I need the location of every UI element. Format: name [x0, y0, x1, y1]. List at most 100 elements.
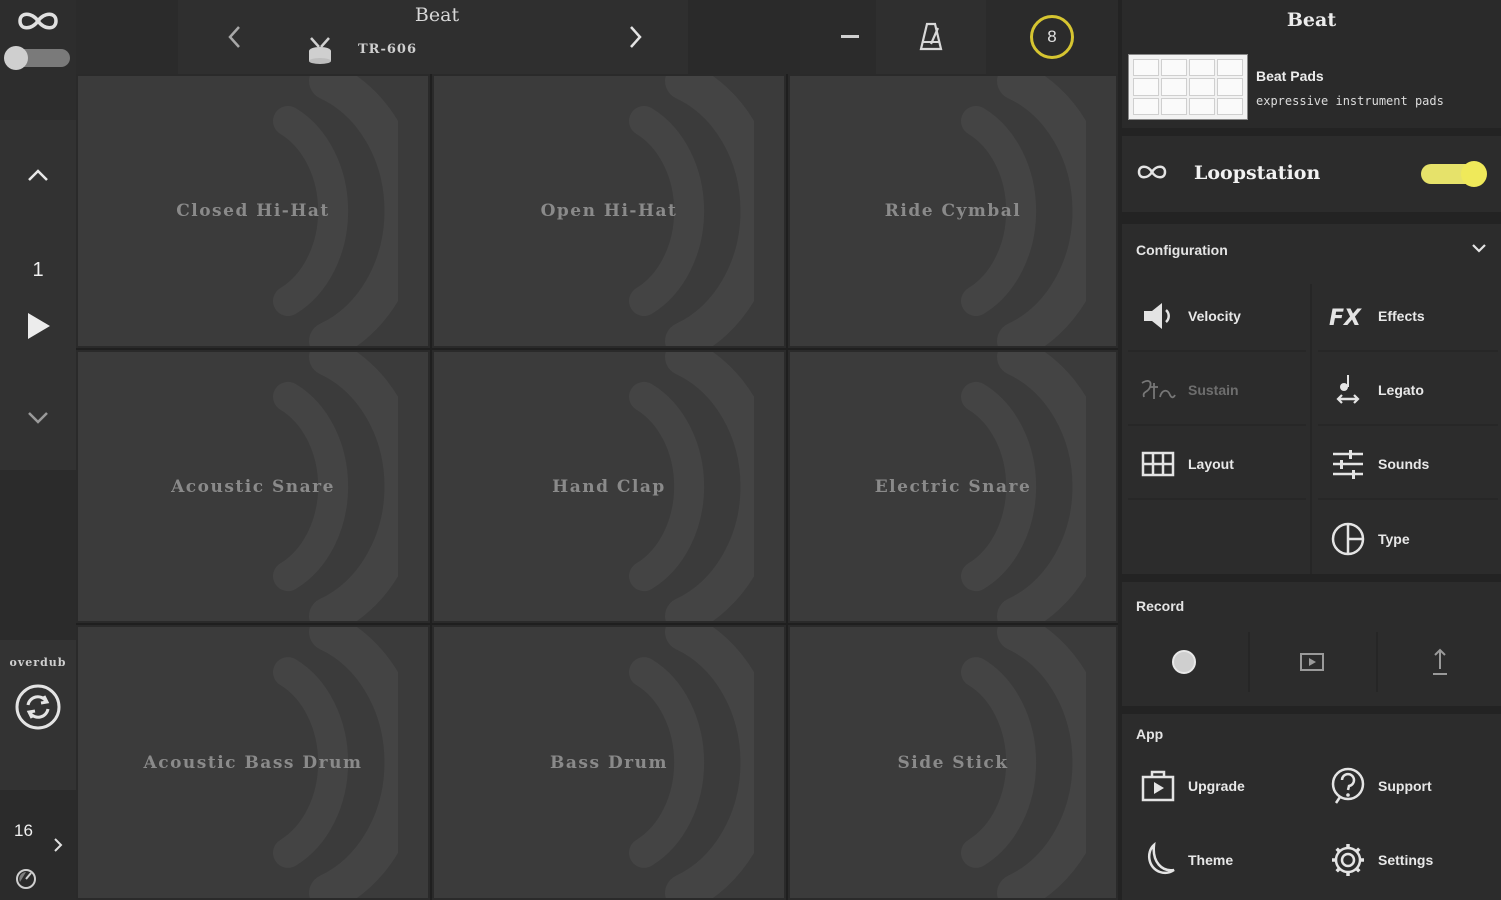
top-bar: Beat TR-606 8: [76, 0, 1118, 74]
layout-name: Beat Pads: [1256, 68, 1324, 84]
pad-label: Ride Cymbal: [884, 201, 1022, 221]
pad-label: Electric Snare: [874, 476, 1032, 497]
pie-icon: [1318, 521, 1378, 557]
help-icon: [1318, 767, 1378, 805]
app-theme-label: Theme: [1188, 852, 1234, 868]
left-rail: 1 overdub 16: [0, 0, 76, 900]
config-layout-label: Layout: [1188, 456, 1234, 472]
chevron-right-icon: [630, 26, 642, 48]
config-effects[interactable]: FX Effects: [1318, 282, 1498, 352]
chevron-left-icon: [228, 26, 240, 48]
config-legato[interactable]: Legato: [1318, 356, 1498, 426]
record-title: Record: [1136, 598, 1185, 614]
loopstation-infinity-icon: [1137, 165, 1167, 179]
drum-pad[interactable]: Electric Snare: [788, 350, 1118, 623]
bar-count: 16: [14, 821, 33, 840]
top-bar-spacer: [76, 0, 178, 74]
loopstation-toggle[interactable]: [1421, 161, 1487, 187]
upgrade-icon: [1128, 770, 1188, 802]
overdub-button[interactable]: [0, 682, 76, 732]
track-down-button[interactable]: [0, 402, 76, 432]
drum-pad[interactable]: Side Stick: [788, 625, 1118, 900]
config-column-divider: [1310, 284, 1312, 574]
gear-icon: [1318, 842, 1378, 878]
grid-icon: [1128, 451, 1188, 477]
export-button[interactable]: [1378, 626, 1501, 698]
track-up-button[interactable]: [0, 160, 76, 190]
rail-low-segment: [0, 470, 76, 640]
metronome-icon: [919, 22, 943, 51]
pad-grid: Closed Hi-Hat Open Hi-Hat Ride Cymbal Acous…: [76, 74, 1118, 900]
config-legato-label: Legato: [1378, 382, 1424, 398]
loopstation-label: Loopstation: [1194, 162, 1321, 184]
loop-mini-toggle[interactable]: [0, 44, 76, 72]
mini-switch-track: [4, 46, 70, 70]
configuration-section: Configuration Velocity FX Effects Sustai…: [1122, 224, 1501, 574]
config-sustain-label: Sustain: [1188, 382, 1239, 398]
tempo-dial-icon[interactable]: [12, 866, 40, 892]
metronome-button[interactable]: [876, 0, 986, 74]
app-support-label: Support: [1378, 778, 1432, 794]
loop-infinity-icon[interactable]: [0, 4, 76, 38]
minus-icon: [841, 35, 859, 38]
pad-label: Bass Drum: [550, 752, 668, 773]
prev-kit-button[interactable]: [178, 0, 292, 74]
count-in-indicator: 8: [1030, 15, 1074, 59]
pad-label: Closed Hi-Hat: [176, 201, 330, 221]
config-sounds[interactable]: Sounds: [1318, 430, 1498, 500]
layout-thumbnail: [1128, 54, 1248, 120]
video-play-icon: [1300, 653, 1324, 671]
config-effects-label: Effects: [1378, 308, 1425, 324]
app-upgrade[interactable]: Upgrade: [1128, 750, 1306, 822]
pad-label: Acoustic Snare: [171, 476, 335, 497]
play-button[interactable]: [0, 308, 76, 344]
drum-pad[interactable]: Acoustic Snare: [76, 350, 430, 623]
config-velocity-label: Velocity: [1188, 308, 1241, 324]
app-title: App: [1136, 726, 1164, 742]
drum-pad[interactable]: Open Hi-Hat: [432, 74, 786, 348]
app-section: App Upgrade Support Theme Settings: [1122, 714, 1501, 900]
config-sounds-label: Sounds: [1378, 456, 1430, 472]
configuration-title: Configuration: [1136, 242, 1228, 258]
svg-text:FX: FX: [1329, 306, 1362, 328]
chevron-down-icon[interactable]: [1471, 242, 1487, 254]
settings-drawer: Beat Beat Pads expressive instrument pad…: [1118, 0, 1501, 900]
layout-summary-card[interactable]: Beat Pads expressive instrument pads: [1122, 40, 1501, 128]
config-sustain[interactable]: Sustain: [1128, 356, 1306, 426]
drum-pad[interactable]: Closed Hi-Hat: [76, 74, 430, 348]
drum-pad[interactable]: Ride Cymbal: [788, 74, 1118, 348]
loopstation-row[interactable]: Loopstation: [1122, 136, 1501, 212]
record-circle-icon: [1172, 650, 1196, 674]
drum-pad[interactable]: Hand Clap: [432, 350, 786, 623]
kit-selector[interactable]: Beat TR-606: [292, 0, 582, 74]
drum-pad[interactable]: Acoustic Bass Drum: [76, 625, 430, 900]
layout-description: expressive instrument pads: [1256, 94, 1444, 108]
fx-icon: FX: [1318, 304, 1378, 328]
config-type-label: Type: [1378, 531, 1410, 547]
app-support[interactable]: Support: [1318, 750, 1498, 822]
legato-icon: [1318, 373, 1378, 407]
next-kit-button[interactable]: [582, 0, 688, 74]
pad-label: Acoustic Bass Drum: [143, 752, 363, 773]
config-type[interactable]: Type: [1318, 504, 1498, 574]
sliders-icon: [1318, 449, 1378, 479]
pad-label: Side Stick: [897, 752, 1009, 773]
drawer-title: Beat: [1122, 0, 1501, 40]
app-theme[interactable]: Theme: [1128, 824, 1306, 896]
track-number: 1: [32, 258, 44, 281]
count-in-button[interactable]: 8: [986, 0, 1118, 74]
app-settings[interactable]: Settings: [1318, 824, 1498, 896]
pad-label: Open Hi-Hat: [540, 201, 678, 221]
record-section: Record: [1122, 582, 1501, 706]
upload-arrow-icon: [1433, 648, 1447, 675]
speaker-icon: [1128, 301, 1188, 331]
config-layout[interactable]: Layout: [1128, 430, 1306, 500]
recordings-button[interactable]: [1250, 626, 1374, 698]
config-velocity[interactable]: Velocity: [1128, 282, 1306, 352]
drum-pad[interactable]: Bass Drum: [432, 625, 786, 900]
record-button[interactable]: [1122, 626, 1246, 698]
bar-next-chevron-icon[interactable]: [48, 834, 68, 856]
sustain-icon: [1128, 377, 1188, 403]
pad-label: Hand Clap: [552, 476, 666, 497]
drum-icon: [309, 37, 331, 64]
